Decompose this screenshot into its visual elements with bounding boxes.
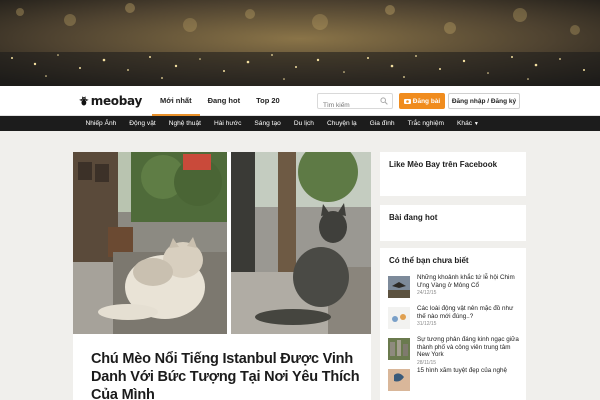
article-card: Chú Mèo Nổi Tiếng Istanbul Được Vinh Dan… — [73, 152, 371, 400]
did-you-know-widget: Có thể bạn chưa biết Những khoảnh khắc t… — [380, 248, 526, 400]
did-you-know-list: Những khoảnh khắc tứ lễ hội Chim Ưng Vàn… — [388, 274, 522, 398]
list-item-title: Các loài động vật nên mặc đồ như thế nào… — [417, 305, 514, 320]
list-item[interactable]: Sự tương phản đáng kinh ngạc giữa thành … — [388, 336, 522, 367]
category-family[interactable]: Gia đình — [363, 116, 401, 131]
cat-statue-photo — [73, 152, 371, 334]
category-other[interactable]: Khác ▼ — [451, 116, 486, 131]
top-navbar: meobay Mới nhất Đang hot Top 20 Đăng bài… — [0, 86, 600, 116]
did-you-know-title: Có thể bạn chưa biết — [389, 256, 469, 265]
search-box — [317, 93, 393, 113]
category-strange[interactable]: Chuyện lạ — [320, 116, 363, 131]
post-button-label: Đăng bài — [412, 97, 441, 105]
glitter-banner-image — [0, 0, 600, 86]
category-art[interactable]: Nghệ thuật — [162, 116, 207, 131]
camera-icon — [403, 99, 411, 104]
article-image[interactable] — [73, 152, 371, 334]
flying-cat-logo-icon — [79, 96, 89, 106]
eagle-photo-icon — [388, 276, 410, 298]
category-animals[interactable]: Động vật — [123, 116, 162, 131]
list-item[interactable]: 15 hình xăm tuyệt đẹp của nghệ — [388, 367, 522, 398]
category-photography[interactable]: Nhiếp Ảnh — [79, 116, 123, 131]
list-item-date: 31/12/15 — [417, 321, 437, 327]
city-park-photo-icon — [388, 338, 410, 360]
header-banner — [0, 0, 600, 86]
post-button[interactable]: Đăng bài — [399, 93, 445, 109]
category-travel[interactable]: Du lịch — [287, 116, 320, 131]
category-quiz[interactable]: Trắc nghiệm — [401, 116, 450, 131]
animal-illustration-icon — [388, 307, 410, 329]
list-item-date: 28/11/15 — [417, 359, 437, 366]
list-item[interactable]: Những khoảnh khắc tứ lễ hội Chim Ưng Vàn… — [388, 274, 522, 305]
tattoo-photo-icon — [388, 369, 410, 391]
list-item-title: Sự tương phản đáng kinh ngạc giữa thành … — [417, 336, 519, 358]
list-item[interactable]: Các loài động vật nên mặc đồ như thế nào… — [388, 305, 522, 336]
list-item-date: 24/12/15 — [417, 290, 437, 296]
hot-posts-title: Bài đang hot — [389, 213, 438, 222]
facebook-widget-title: Like Mèo Bay trên Facebook — [389, 160, 498, 169]
article-title[interactable]: Chú Mèo Nổi Tiếng Istanbul Được Vinh Dan… — [91, 350, 361, 400]
search-input[interactable] — [318, 98, 378, 113]
category-creative[interactable]: Sáng tạo — [248, 116, 287, 131]
tab-hot[interactable]: Đang hot — [200, 86, 249, 116]
list-item-title: Những khoảnh khắc tứ lễ hội Chim Ưng Vàn… — [417, 274, 515, 289]
chevron-down-icon: ▼ — [473, 121, 479, 127]
facebook-widget: Like Mèo Bay trên Facebook — [380, 152, 526, 196]
login-register-button[interactable]: Đăng nhập / Đăng ký — [448, 93, 520, 109]
list-item-title: 15 hình xăm tuyệt đẹp của nghệ — [417, 367, 507, 374]
search-icon[interactable] — [380, 97, 388, 105]
category-navbar: Nhiếp Ảnh Động vật Nghệ thuật Hài hước S… — [0, 116, 600, 131]
logo-wordmark: meobay — [90, 94, 143, 108]
tab-newest[interactable]: Mới nhất — [152, 86, 200, 116]
hot-posts-widget: Bài đang hot — [380, 205, 526, 241]
category-other-label: Khác — [457, 120, 473, 127]
category-list: Nhiếp Ảnh Động vật Nghệ thuật Hài hước S… — [79, 116, 485, 131]
tab-top-20[interactable]: Top 20 — [248, 86, 288, 116]
site-logo[interactable]: meobay — [78, 90, 142, 112]
feed-tabs: Mới nhất Đang hot Top 20 — [152, 86, 288, 116]
category-funny[interactable]: Hài hước — [207, 116, 247, 131]
